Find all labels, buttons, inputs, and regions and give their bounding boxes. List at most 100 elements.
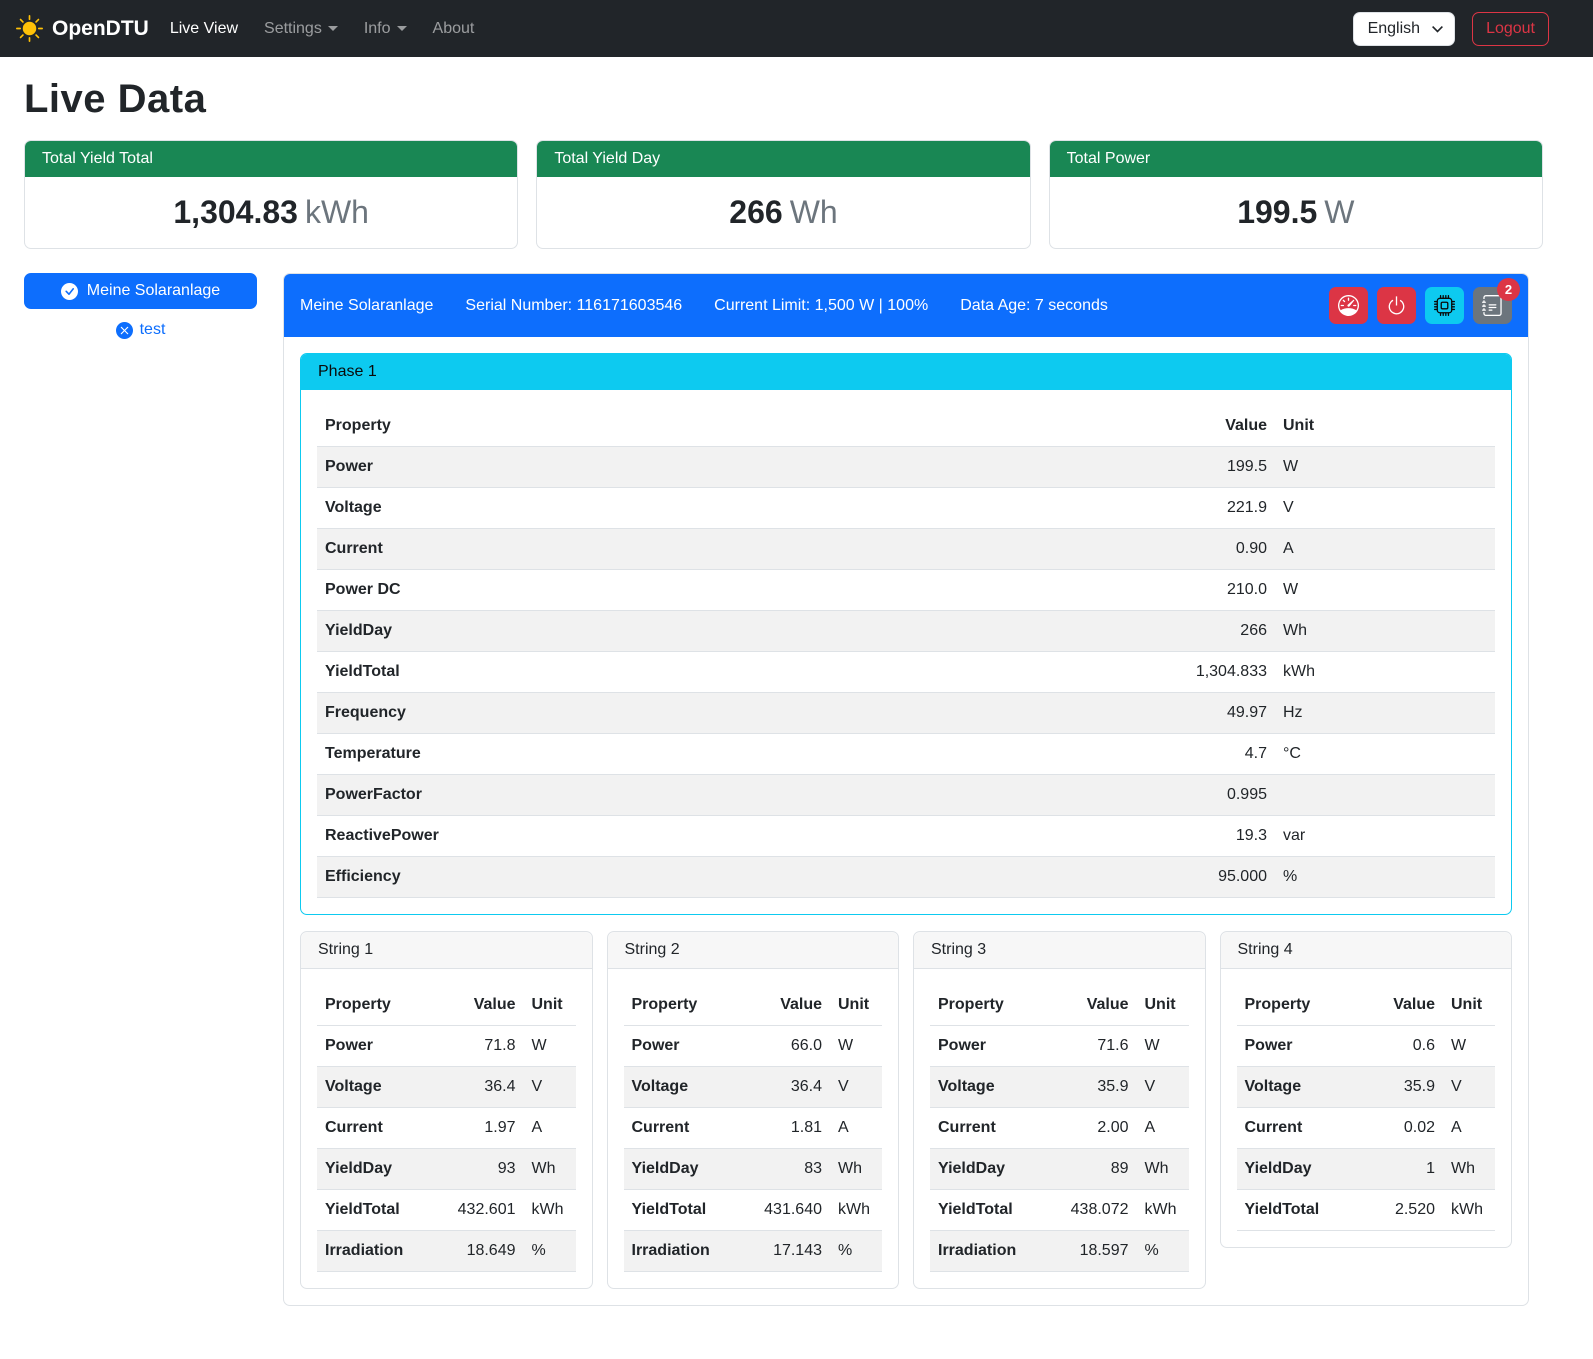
inverter-sidebar: Meine Solaranlage test — [24, 273, 257, 339]
cpu-icon — [1434, 295, 1455, 316]
column-property: Property — [624, 985, 741, 1026]
inverter-actions: 2 — [1320, 287, 1512, 324]
unit-cell: A — [1443, 1108, 1495, 1149]
power-icon — [1386, 295, 1407, 316]
property-cell: Current — [1237, 1108, 1354, 1149]
table-row: Current2.00A — [930, 1108, 1189, 1149]
unit-cell: W — [1275, 570, 1495, 611]
table-row: Voltage36.4V — [624, 1067, 883, 1108]
property-cell: YieldDay — [624, 1149, 741, 1190]
nav-live-view[interactable]: Live View — [162, 12, 246, 46]
brand[interactable]: OpenDTU — [12, 11, 157, 46]
table-row: Current0.90A — [317, 529, 1495, 570]
property-cell: Power — [930, 1026, 1047, 1067]
inverter-data-age: Data Age: 7 seconds — [960, 297, 1108, 315]
total-power-unit: W — [1324, 194, 1354, 230]
total-power-card: Total Power 199.5W — [1049, 140, 1543, 249]
nav-info[interactable]: Info — [356, 12, 415, 46]
unit-cell: kWh — [830, 1190, 882, 1231]
unit-cell: kWh — [524, 1190, 576, 1231]
string-table: Property Value Unit Power0.6WVoltage35.9… — [1237, 985, 1496, 1231]
property-cell: YieldDay — [317, 1149, 434, 1190]
inverter-serial: Serial Number: 116171603546 — [465, 297, 682, 315]
table-row: Voltage221.9V — [317, 488, 1495, 529]
value-cell: 36.4 — [740, 1067, 830, 1108]
table-row: Voltage35.9V — [1237, 1067, 1496, 1108]
value-cell: 1.97 — [434, 1108, 524, 1149]
string-table: Property Value Unit Power71.8WVoltage36.… — [317, 985, 576, 1272]
unit-cell: A — [524, 1108, 576, 1149]
table-row: YieldDay83Wh — [624, 1149, 883, 1190]
table-row: Power DC210.0W — [317, 570, 1495, 611]
property-cell: Voltage — [930, 1067, 1047, 1108]
limit-settings-button[interactable] — [1329, 287, 1368, 324]
value-cell: 199.5 — [1155, 447, 1275, 488]
value-cell: 0.6 — [1353, 1026, 1443, 1067]
column-unit: Unit — [1275, 406, 1495, 447]
string-card: String 2 Property Value Unit Power66.0WV… — [607, 931, 900, 1289]
language-value: English — [1368, 20, 1420, 37]
table-row: YieldDay266Wh — [317, 611, 1495, 652]
property-cell: YieldTotal — [1237, 1190, 1354, 1231]
property-cell: YieldTotal — [317, 652, 1155, 693]
inverter-test-item[interactable]: test — [24, 321, 257, 339]
nav-about[interactable]: About — [425, 12, 483, 46]
unit-cell: W — [1443, 1026, 1495, 1067]
nav-settings[interactable]: Settings — [256, 12, 346, 46]
unit-cell: V — [1275, 488, 1495, 529]
table-row: Current1.97A — [317, 1108, 576, 1149]
property-cell: YieldDay — [1237, 1149, 1354, 1190]
device-info-button[interactable] — [1425, 287, 1464, 324]
property-cell: Current — [930, 1108, 1047, 1149]
total-yield-day-card: Total Yield Day 266Wh — [536, 140, 1030, 249]
table-header-row: Property Value Unit — [624, 985, 883, 1026]
table-header-row: Property Value Unit — [1237, 985, 1496, 1026]
unit-cell: Wh — [830, 1149, 882, 1190]
value-cell: 89 — [1047, 1149, 1137, 1190]
value-cell: 35.9 — [1047, 1067, 1137, 1108]
column-value: Value — [434, 985, 524, 1026]
language-select[interactable]: English — [1353, 12, 1455, 46]
unit-cell: V — [524, 1067, 576, 1108]
inverter-selected-button[interactable]: Meine Solaranlage — [24, 273, 257, 309]
power-button[interactable] — [1377, 287, 1416, 324]
table-row: YieldTotal438.072kWh — [930, 1190, 1189, 1231]
table-row: Power0.6W — [1237, 1026, 1496, 1067]
property-cell: YieldTotal — [930, 1190, 1047, 1231]
value-cell: 1 — [1353, 1149, 1443, 1190]
unit-cell: W — [1137, 1026, 1189, 1067]
string-table: Property Value Unit Power71.6WVoltage35.… — [930, 985, 1189, 1272]
value-cell: 1,304.833 — [1155, 652, 1275, 693]
navbar: OpenDTU Live View Settings Info About En… — [0, 0, 1593, 57]
value-cell: 266 — [1155, 611, 1275, 652]
value-cell: 0.995 — [1155, 775, 1275, 816]
event-log-button[interactable]: 2 — [1473, 287, 1512, 324]
unit-cell: V — [1137, 1067, 1189, 1108]
value-cell: 71.8 — [434, 1026, 524, 1067]
table-row: PowerFactor0.995 — [317, 775, 1495, 816]
inverter-selected-label: Meine Solaranlage — [87, 282, 220, 300]
value-cell: 438.072 — [1047, 1190, 1137, 1231]
card-title: Total Yield Total — [25, 141, 517, 177]
table-row: YieldTotal1,304.833kWh — [317, 652, 1495, 693]
table-row: Power71.6W — [930, 1026, 1189, 1067]
table-row: Power66.0W — [624, 1026, 883, 1067]
string-card: String 4 Property Value Unit Power0.6WVo… — [1220, 931, 1513, 1248]
string-title: String 4 — [1221, 932, 1512, 969]
table-row: YieldTotal2.520kWh — [1237, 1190, 1496, 1231]
logout-button[interactable]: Logout — [1472, 12, 1549, 46]
column-unit: Unit — [1137, 985, 1189, 1026]
unit-cell: Wh — [1137, 1149, 1189, 1190]
table-header-row: Property Value Unit — [930, 985, 1189, 1026]
card-title: Total Power — [1050, 141, 1542, 177]
property-cell: YieldDay — [317, 611, 1155, 652]
total-yield-total-value: 1,304.83 — [173, 194, 298, 230]
unit-cell: A — [1275, 529, 1495, 570]
table-row: Irradiation18.597% — [930, 1231, 1189, 1272]
value-cell: 0.90 — [1155, 529, 1275, 570]
chevron-down-icon — [397, 26, 407, 31]
property-cell: Temperature — [317, 734, 1155, 775]
unit-cell: Hz — [1275, 693, 1495, 734]
card-title: Total Yield Day — [537, 141, 1029, 177]
table-row: Irradiation18.649% — [317, 1231, 576, 1272]
